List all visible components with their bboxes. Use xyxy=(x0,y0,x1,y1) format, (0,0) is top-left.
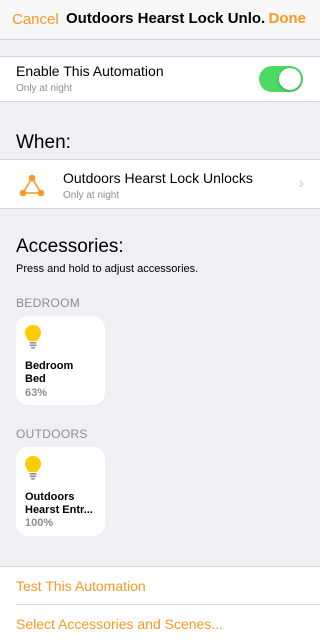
accessories-section-header: Accessories: xyxy=(16,236,124,257)
accessory-state: 63% xyxy=(25,387,48,399)
accessory-tile-bedroom-bed[interactable]: Bedroom Bed 63% xyxy=(16,316,105,405)
accessory-name-line2: Bed xyxy=(25,373,46,385)
enable-automation-cell: Enable This Automation Only at night xyxy=(0,56,320,102)
accessory-name-line2: Hearst Entr... xyxy=(25,504,93,516)
accessory-tile-outdoors-hearst-entry[interactable]: Outdoors Hearst Entr... 100% xyxy=(16,447,105,536)
test-automation-button[interactable]: Test This Automation xyxy=(16,578,146,594)
cancel-button[interactable]: Cancel xyxy=(12,11,59,28)
select-accessories-button[interactable]: Select Accessories and Scenes... xyxy=(16,616,223,632)
trigger-cell[interactable]: Outdoors Hearst Lock Unlocks Only at nig… xyxy=(0,159,320,209)
trigger-subtitle: Only at night xyxy=(63,190,120,201)
when-section-header: When: xyxy=(16,132,71,153)
accessory-name-line1: Bedroom xyxy=(25,360,74,372)
enable-automation-subtitle: Only at night xyxy=(16,83,73,94)
lightbulb-icon xyxy=(25,456,41,480)
enable-automation-label: Enable This Automation xyxy=(16,63,164,79)
trigger-automation-icon xyxy=(19,174,45,197)
actions-list: Test This Automation Select Accessories … xyxy=(0,566,320,642)
group-label-outdoors: OUTDOORS xyxy=(16,427,88,441)
accessory-state: 100% xyxy=(25,517,54,529)
toggle-knob xyxy=(279,68,301,90)
trigger-title: Outdoors Hearst Lock Unlocks xyxy=(63,170,253,186)
done-button[interactable]: Done xyxy=(269,10,307,27)
accessory-name-line1: Outdoors xyxy=(25,491,75,503)
group-label-bedroom: BEDROOM xyxy=(16,296,81,310)
accessory-name: Outdoors Hearst Entr... xyxy=(25,491,101,517)
page-title: Outdoors Hearst Lock Unlo... xyxy=(66,10,266,27)
chevron-right-icon: › xyxy=(298,175,304,192)
accessories-hint: Press and hold to adjust accessories. xyxy=(16,263,199,275)
divider xyxy=(16,604,320,605)
navigation-bar: Cancel Outdoors Hearst Lock Unlo... Done xyxy=(0,0,320,40)
lightbulb-icon xyxy=(25,325,41,349)
enable-automation-toggle[interactable] xyxy=(259,66,303,92)
accessory-name: Bedroom Bed xyxy=(25,360,101,386)
